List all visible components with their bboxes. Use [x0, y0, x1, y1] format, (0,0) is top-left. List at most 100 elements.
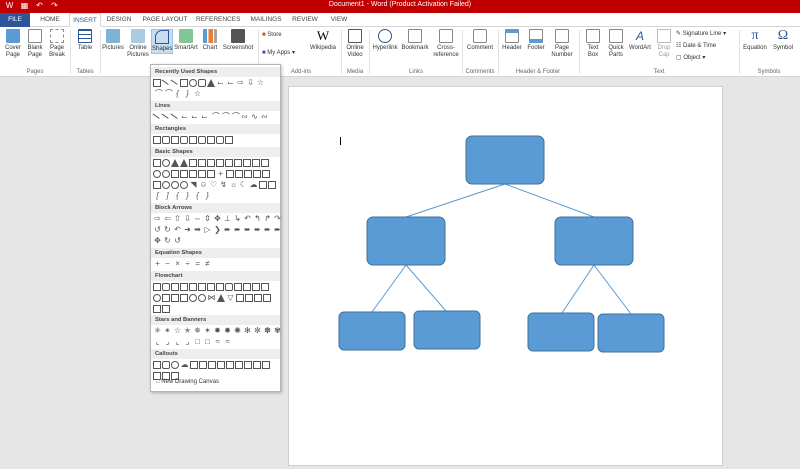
- decagon-shape-icon[interactable]: [252, 159, 260, 167]
- chart-button[interactable]: Chart: [200, 29, 220, 52]
- manual-operation-shape-icon[interactable]: [261, 283, 269, 291]
- alternate-process-shape-icon[interactable]: [162, 283, 170, 291]
- data-shape-icon[interactable]: [180, 283, 188, 291]
- star-shape-icon[interactable]: ✸: [213, 327, 222, 335]
- brace-shape-icon[interactable]: {: [193, 192, 202, 200]
- freeform-shape-icon[interactable]: ∾: [240, 113, 249, 121]
- trapezoid-shape-icon[interactable]: [198, 159, 206, 167]
- sun-shape-icon[interactable]: ☼: [229, 181, 238, 189]
- page-break-button[interactable]: Page Break: [47, 29, 67, 59]
- elbow-connector-icon[interactable]: ⌙: [226, 79, 235, 87]
- left-right-arrow-shape-icon[interactable]: ⇔: [193, 215, 202, 223]
- brace-shape-icon[interactable]: {: [173, 192, 182, 200]
- curve-shape-icon[interactable]: ⌒: [210, 113, 219, 121]
- direct-access-storage-icon[interactable]: [153, 305, 161, 313]
- oval-shape-icon[interactable]: [189, 79, 197, 87]
- triangle-shape-icon[interactable]: [180, 159, 188, 167]
- rounded-rect-shape-icon[interactable]: [162, 136, 170, 144]
- up-down-arrow-shape-icon[interactable]: ⇕: [203, 215, 212, 223]
- comment-button[interactable]: Comment: [464, 29, 496, 52]
- wordart-button[interactable]: A WordArt: [627, 29, 653, 52]
- cloud-shape-icon[interactable]: ☁: [249, 181, 258, 189]
- line-callout-icon[interactable]: [262, 361, 270, 369]
- tab-view[interactable]: VIEW: [326, 13, 352, 27]
- stored-data-shape-icon[interactable]: [236, 294, 244, 302]
- star-shape-icon[interactable]: ✵: [193, 327, 202, 335]
- magnetic-disk-icon[interactable]: [263, 294, 271, 302]
- folded-corner-shape-icon[interactable]: ◥: [189, 181, 198, 189]
- parallelogram-shape-icon[interactable]: [189, 159, 197, 167]
- rectangle-shape-icon[interactable]: [225, 136, 233, 144]
- rounded-rect-shape-icon[interactable]: [180, 136, 188, 144]
- document-page[interactable]: [288, 86, 723, 466]
- block-arc-shape-icon[interactable]: [180, 181, 188, 189]
- smartart-button[interactable]: SmartArt: [174, 29, 198, 52]
- off-page-connector-icon[interactable]: [162, 294, 170, 302]
- bracket-shape-icon[interactable]: [: [153, 192, 162, 200]
- line-callout-icon[interactable]: [190, 361, 198, 369]
- callout-arrow-shape-icon[interactable]: ➨: [223, 226, 232, 234]
- predefined-process-shape-icon[interactable]: [189, 283, 197, 291]
- curved-arrow-shape-icon[interactable]: ↷: [273, 215, 282, 223]
- rounded-rect-shape-icon[interactable]: [198, 79, 206, 87]
- punched-tape-shape-icon[interactable]: [180, 294, 188, 302]
- line-shape-icon[interactable]: [170, 111, 180, 119]
- tab-review[interactable]: REVIEW: [290, 13, 320, 27]
- callout-shape-icon[interactable]: [162, 361, 170, 369]
- rectangle-shape-icon[interactable]: [171, 136, 179, 144]
- card-shape-icon[interactable]: [171, 294, 179, 302]
- header-button[interactable]: Header: [500, 29, 524, 52]
- no-symbol-shape-icon[interactable]: [171, 181, 179, 189]
- hierarchy-diagram[interactable]: [289, 87, 724, 467]
- can-shape-icon[interactable]: [235, 170, 243, 178]
- document-shape-icon[interactable]: [207, 283, 215, 291]
- star-shape-icon[interactable]: ✽: [263, 327, 272, 335]
- connector-shape-icon[interactable]: [153, 294, 161, 302]
- elbow-connector-icon[interactable]: ⌙: [216, 79, 225, 87]
- star-shape-icon[interactable]: ✶: [203, 327, 212, 335]
- collate-shape-icon[interactable]: ⋈: [207, 294, 216, 302]
- org-box-right[interactable]: [554, 216, 634, 266]
- cloud-callout-icon[interactable]: ☁: [180, 361, 189, 369]
- tab-file[interactable]: FILE: [0, 13, 30, 27]
- star-shape-icon[interactable]: ☆: [256, 79, 265, 87]
- heptagon-shape-icon[interactable]: [234, 159, 242, 167]
- minus-shape-icon[interactable]: −: [163, 260, 172, 268]
- bent-arrow-shape-icon[interactable]: ↳: [233, 215, 242, 223]
- pictures-button[interactable]: Pictures: [102, 29, 124, 52]
- sequential-access-icon[interactable]: [254, 294, 262, 302]
- quad-arrow-callout-icon[interactable]: ✥: [153, 237, 162, 245]
- bevel-shape-icon[interactable]: [253, 170, 261, 178]
- or-shape-icon[interactable]: [198, 294, 206, 302]
- explosion-shape-icon[interactable]: ✴: [163, 327, 172, 335]
- scribble-shape-icon[interactable]: ∿: [250, 113, 259, 121]
- plaque-shape-icon[interactable]: [226, 170, 234, 178]
- quad-arrow-shape-icon[interactable]: ✥: [213, 215, 222, 223]
- preparation-shape-icon[interactable]: [234, 283, 242, 291]
- l-shape-icon[interactable]: [198, 170, 206, 178]
- my-apps-button[interactable]: ■ My Apps ▾: [262, 49, 295, 58]
- right-arrow-shape-icon[interactable]: ⇨: [153, 215, 162, 223]
- callout-shape-icon[interactable]: [153, 361, 161, 369]
- star-shape-icon[interactable]: ☆: [193, 90, 202, 98]
- pie-shape-icon[interactable]: [153, 170, 161, 178]
- line-callout-icon[interactable]: [226, 361, 234, 369]
- object-button[interactable]: ▢ Object ▾: [676, 54, 705, 63]
- division-shape-icon[interactable]: ÷: [183, 260, 192, 268]
- callout-arrow-shape-icon[interactable]: ➨: [233, 226, 242, 234]
- new-drawing-canvas-item[interactable]: □ New Drawing Canvas: [156, 379, 219, 385]
- oval-shape-icon[interactable]: [162, 159, 170, 167]
- curve-shape-icon[interactable]: ⌒: [163, 90, 172, 98]
- star-shape-icon[interactable]: ☆: [173, 327, 182, 335]
- line-shape-icon[interactable]: [152, 111, 162, 119]
- tab-references[interactable]: REFERENCES: [196, 13, 240, 27]
- up-arrow-shape-icon[interactable]: ⇧: [173, 215, 182, 223]
- footer-button[interactable]: Footer: [525, 29, 547, 52]
- rectangle-shape-icon[interactable]: [207, 136, 215, 144]
- tab-insert[interactable]: INSERT: [69, 13, 101, 27]
- ribbon-shape-icon[interactable]: ⌞: [173, 338, 182, 346]
- line-callout-icon[interactable]: [253, 361, 261, 369]
- line-shape-icon[interactable]: [170, 77, 180, 85]
- moon-shape-icon[interactable]: ☾: [239, 181, 248, 189]
- circular-arrow-shape-icon[interactable]: ↻: [163, 237, 172, 245]
